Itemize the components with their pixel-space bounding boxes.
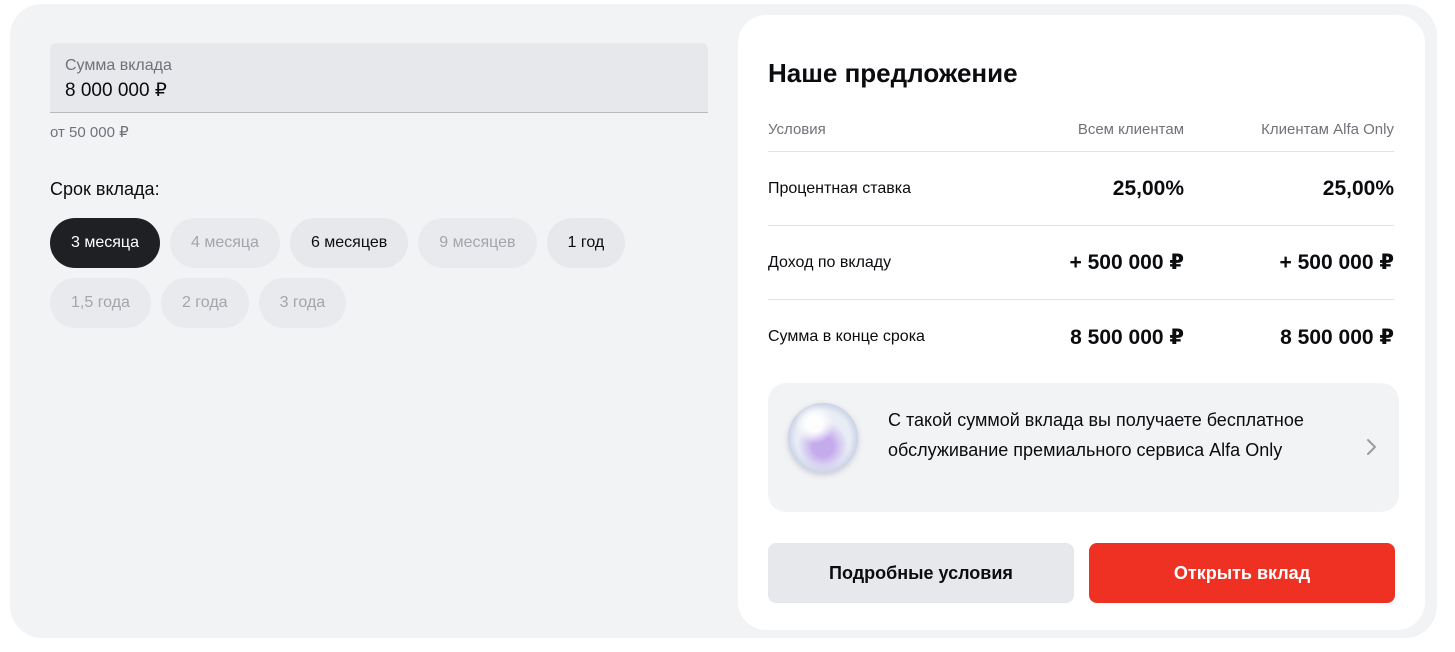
term-chip-6-months[interactable]: 6 месяцев — [289, 218, 409, 268]
table-row: Процентная ставка 25,00% 25,00% — [768, 152, 1394, 226]
offer-table-header: Условия Всем клиентам Клиентам Alfa Only — [768, 107, 1394, 152]
deposit-amount-label: Сумма вклада — [65, 57, 172, 74]
alfa-only-orb-icon — [788, 403, 858, 473]
table-row: Сумма в конце срока 8 500 000 ₽ 8 500 00… — [768, 300, 1394, 374]
details-button[interactable]: Подробные условия — [768, 543, 1074, 603]
income-all-clients: + 500 000 ₽ — [1069, 251, 1184, 274]
column-header-all-clients: Всем клиентам — [1077, 120, 1184, 138]
offer-title: Наше предложение — [768, 58, 1018, 88]
deposit-amount-field[interactable]: Сумма вклада 8 000 000 ₽ — [50, 43, 708, 113]
chevron-right-icon — [1367, 439, 1376, 455]
open-deposit-button[interactable]: Открыть вклад — [1089, 543, 1395, 603]
total-all-clients: 8 500 000 ₽ — [1070, 325, 1184, 349]
row-label-income: Доход по вкладу — [768, 253, 892, 271]
deposit-calculator: Сумма вклада 8 000 000 ₽ от 50 000 ₽ Сро… — [10, 4, 1437, 638]
term-chip-3-years[interactable]: 3 года — [258, 278, 347, 328]
term-chip-2-years[interactable]: 2 года — [160, 278, 249, 328]
term-chip-1-year[interactable]: 1 год — [546, 218, 626, 268]
deposit-amount-hint: от 50 000 ₽ — [50, 124, 129, 141]
rate-alfa-only: 25,00% — [1322, 176, 1394, 200]
row-label-rate: Процентная ставка — [768, 179, 911, 197]
term-chip-3-months[interactable]: 3 месяца — [50, 218, 160, 268]
alfa-only-promo-banner[interactable]: С такой суммой вклада вы получаете беспл… — [768, 383, 1399, 512]
term-chips: 3 месяца 4 месяца 6 месяцев 9 месяцев 1 … — [50, 218, 690, 328]
income-alfa-only: + 500 000 ₽ — [1279, 251, 1394, 274]
rate-all-clients: 25,00% — [1112, 176, 1184, 200]
term-chip-1-5-years[interactable]: 1,5 года — [50, 278, 151, 328]
offer-table: Условия Всем клиентам Клиентам Alfa Only… — [768, 107, 1394, 374]
column-header-conditions: Условия — [768, 120, 826, 138]
term-chip-9-months[interactable]: 9 месяцев — [418, 218, 537, 268]
term-label: Срок вклада: — [50, 179, 160, 199]
offer-card: Наше предложение Условия Всем клиентам К… — [738, 15, 1425, 630]
promo-text: С такой суммой вклада вы получаете беспл… — [888, 410, 1304, 460]
total-alfa-only: 8 500 000 ₽ — [1280, 325, 1394, 349]
term-chip-4-months[interactable]: 4 месяца — [169, 218, 280, 268]
table-row: Доход по вкладу + 500 000 ₽ + 500 000 ₽ — [768, 226, 1394, 300]
row-label-total: Сумма в конце срока — [768, 328, 925, 345]
deposit-amount-input[interactable]: 8 000 000 ₽ — [65, 78, 693, 104]
column-header-alfa-only: Клиентам Alfa Only — [1261, 120, 1394, 138]
